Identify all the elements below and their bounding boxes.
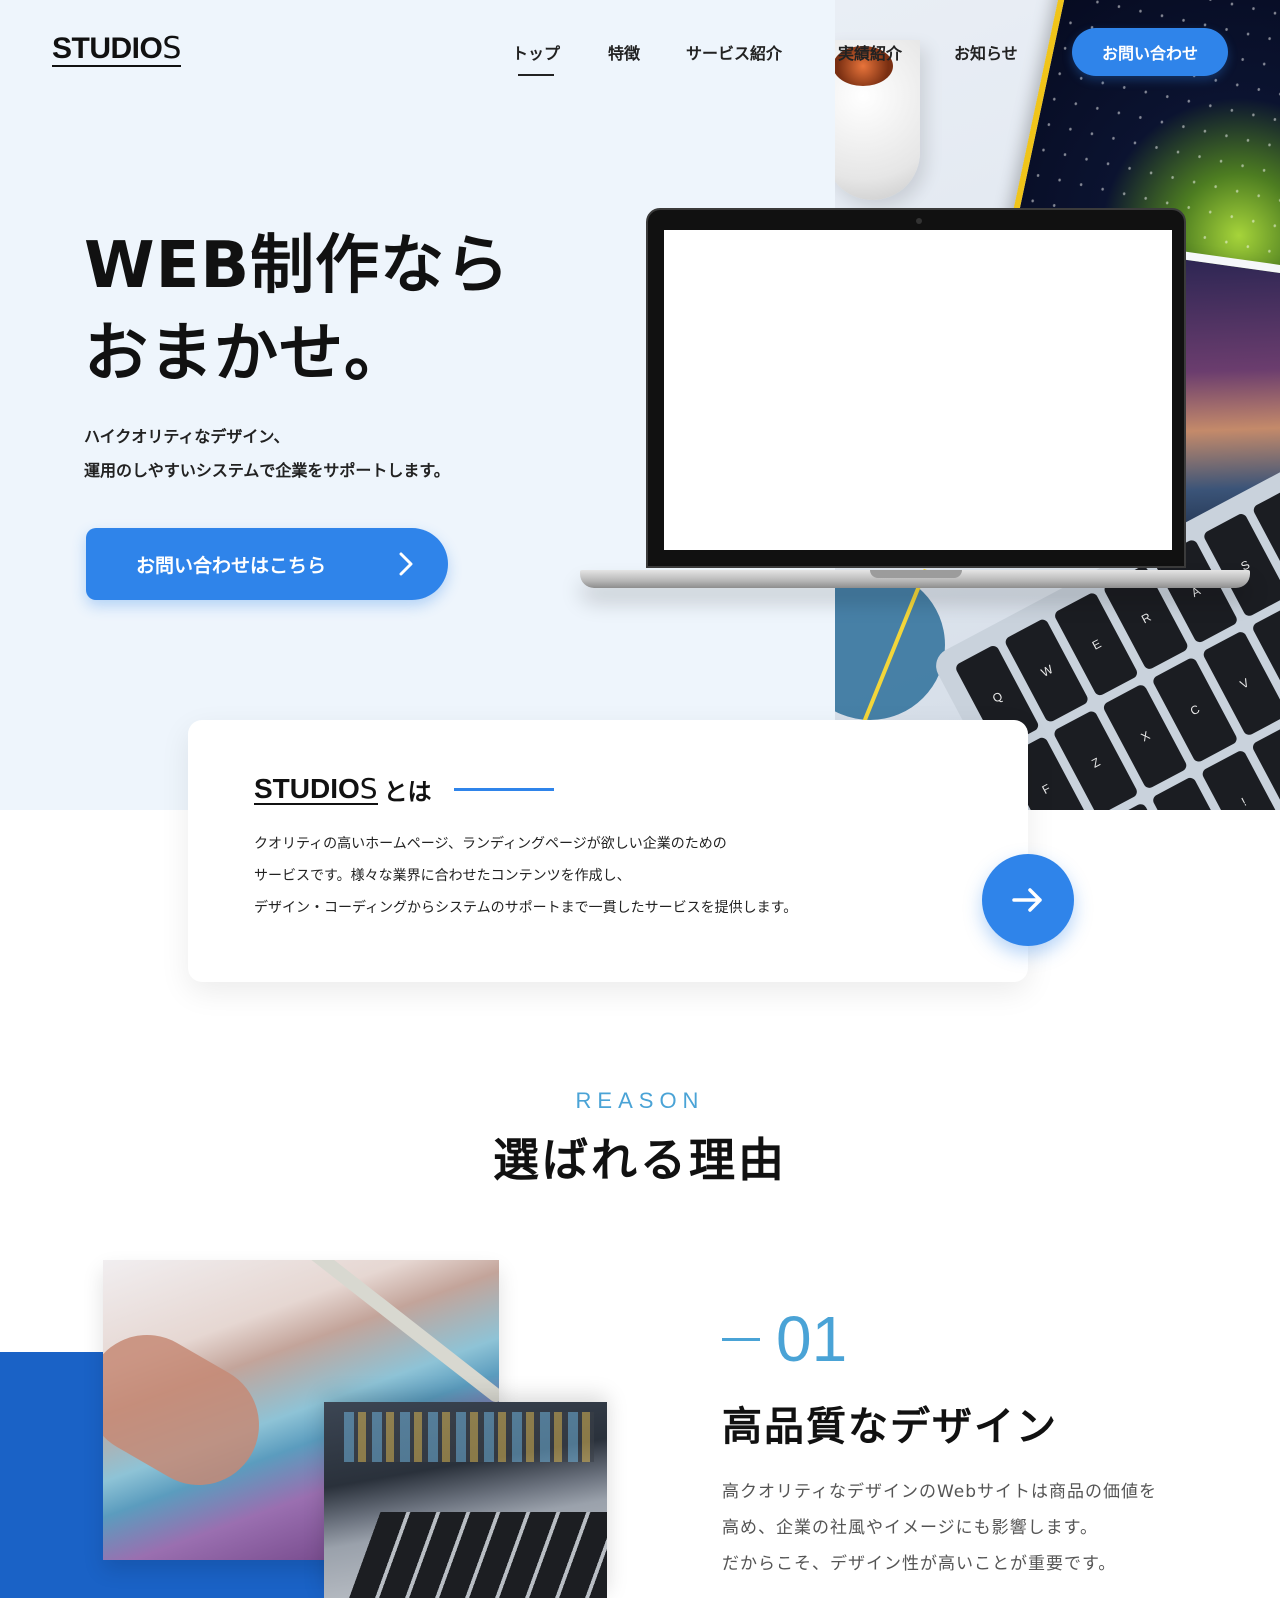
reason-eyebrow: REASON (575, 1088, 705, 1113)
nav-link-services[interactable]: サービス紹介 (686, 40, 782, 64)
logo-text: STUDIO (52, 32, 163, 65)
about-description: クオリティの高いホームページ、ランディングページが欲しい企業のための サービスで… (254, 836, 798, 916)
about-heading: STUDIOS とは (254, 772, 554, 807)
about-logo-s-mark: S (359, 771, 378, 805)
site-logo[interactable]: STUDIOS (52, 34, 181, 67)
reason-item-title: 高品質なデザイン (722, 1404, 1058, 1450)
hero-contact-button[interactable]: お問い合わせはこちら (86, 528, 448, 600)
about-logo-text: STUDIO (254, 772, 360, 804)
laptop-lid (646, 208, 1186, 568)
hero-subtitle: ハイクオリティなデザイン、 運用のしやすいシステムで企業をサポートします。 (84, 427, 450, 480)
laptop-screen (664, 230, 1172, 550)
logo-s-mark: S (162, 31, 181, 66)
reason-number-dash (722, 1337, 760, 1341)
nav-link-news[interactable]: お知らせ (954, 40, 1018, 64)
reason-image-coding (324, 1402, 607, 1598)
about-heading-suffix: とは (383, 778, 432, 806)
hero-contact-label: お問い合わせはこちら (136, 555, 327, 577)
hero-title: WEB制作なら おまかせ。 (84, 229, 511, 391)
about-card: STUDIOS とは クオリティの高いホームページ、ランディングページが欲しい企… (188, 720, 1028, 982)
nav-link-works[interactable]: 実績紹介 (838, 40, 902, 64)
reason-number-text: 01 (776, 1303, 848, 1375)
laptop-notch (870, 570, 962, 578)
about-heading-rule (453, 788, 554, 791)
about-logo: STUDIOS (254, 771, 378, 805)
nav-link-features[interactable]: 特徴 (608, 40, 640, 64)
reason-title: 選ばれる理由 (493, 1133, 787, 1187)
arrow-right-icon (1012, 888, 1042, 912)
reason-number: 01 (722, 1304, 847, 1374)
nav-link-top[interactable]: トップ (512, 40, 560, 64)
laptop-mockup (580, 208, 1250, 618)
about-more-button[interactable] (982, 854, 1074, 946)
reason-item-body: 高クオリティなデザインのWebサイトは商品の価値を 高め、企業の社風やイメージに… (722, 1482, 1158, 1574)
laptop-camera (916, 218, 922, 224)
header-contact-button[interactable]: お問い合わせ (1072, 28, 1228, 76)
chevron-right-icon (399, 552, 413, 576)
photo-cup (835, 40, 920, 200)
